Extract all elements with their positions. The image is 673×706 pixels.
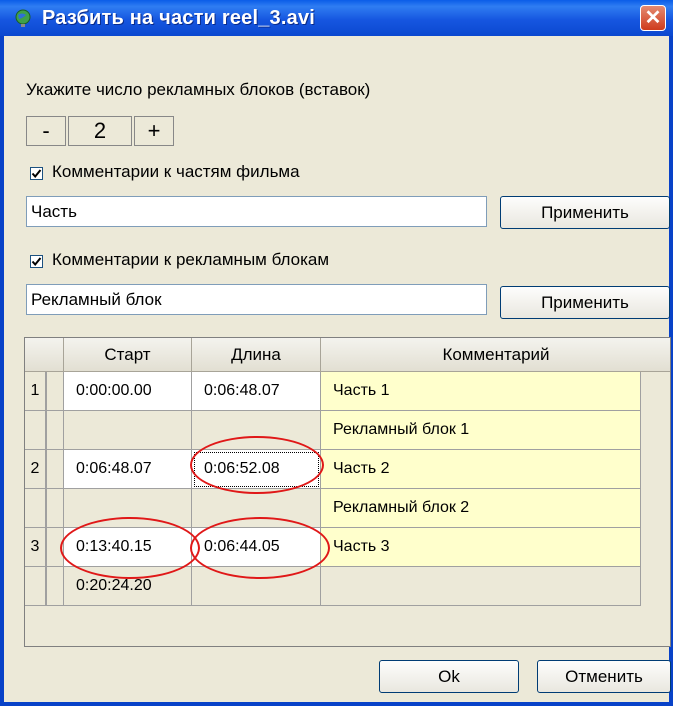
parts-comment-label: Комментарии к частям фильма [52,162,300,181]
comment-cell[interactable] [321,567,641,606]
start-cell[interactable] [64,489,192,528]
length-cell-focused[interactable]: 0:06:52.08 [192,450,321,489]
comment-cell[interactable]: Часть 3 [321,528,641,567]
length-cell[interactable] [192,489,321,528]
checkmark-icon [31,257,42,267]
row-gap [46,411,64,450]
ads-comment-label: Комментарии к рекламным блокам [52,250,330,269]
row-gap [46,489,64,528]
row-gap [46,450,64,489]
parts-comment-input[interactable]: Часть [26,196,487,227]
dialog-window: Разбить на части reel_3.avi ✕ Укажите чи… [0,0,673,706]
close-icon: ✕ [644,7,662,29]
ads-comment-checkbox[interactable] [30,255,43,268]
start-cell[interactable]: 0:20:24.20 [64,567,192,606]
globe-icon [15,9,31,27]
parts-comment-checkbox[interactable] [30,167,43,180]
decrement-button[interactable]: - [26,116,66,146]
row-number: 3 [25,528,46,567]
ads-comment-input[interactable]: Рекламный блок [26,284,487,315]
title-bar[interactable]: Разбить на части reel_3.avi ✕ [0,0,673,36]
start-cell[interactable]: 0:13:40.15 [64,528,192,567]
length-cell[interactable]: 0:06:44.05 [192,528,321,567]
close-button[interactable]: ✕ [640,5,666,31]
row-number [25,411,46,450]
row-gap [46,567,64,606]
ad-blocks-label: Укажите число рекламных блоков (вставок) [26,80,371,99]
start-cell[interactable]: 0:00:00.00 [64,372,192,411]
start-cell[interactable] [64,411,192,450]
increment-button[interactable]: + [134,116,174,146]
header-corner [25,338,64,372]
length-cell[interactable]: 0:06:48.07 [192,372,321,411]
row-number [25,567,46,606]
length-cell[interactable] [192,411,321,450]
header-length[interactable]: Длина [192,338,321,372]
row-gap [46,528,64,567]
apply-parts-button[interactable]: Применить [500,196,670,229]
row-number: 2 [25,450,46,489]
parts-table: Старт Длина Комментарий 1 0:00:00.00 0:0… [24,337,671,647]
ad-blocks-count[interactable]: 2 [68,116,132,146]
apply-ads-button[interactable]: Применить [500,286,670,319]
cancel-button[interactable]: Отменить [537,660,671,693]
comment-cell[interactable]: Часть 1 [321,372,641,411]
header-start[interactable]: Старт [64,338,192,372]
row-number [25,489,46,528]
ok-button[interactable]: Ok [379,660,519,693]
length-cell[interactable] [192,567,321,606]
column-divider [46,372,47,606]
window-title: Разбить на части reel_3.avi [42,7,316,29]
row-gap [46,372,64,411]
row-number: 1 [25,372,46,411]
header-comment[interactable]: Комментарий [321,338,670,372]
comment-cell[interactable]: Часть 2 [321,450,641,489]
checkmark-icon [31,169,42,179]
start-cell[interactable]: 0:06:48.07 [64,450,192,489]
comment-cell[interactable]: Рекламный блок 2 [321,489,641,528]
comment-cell[interactable]: Рекламный блок 1 [321,411,641,450]
